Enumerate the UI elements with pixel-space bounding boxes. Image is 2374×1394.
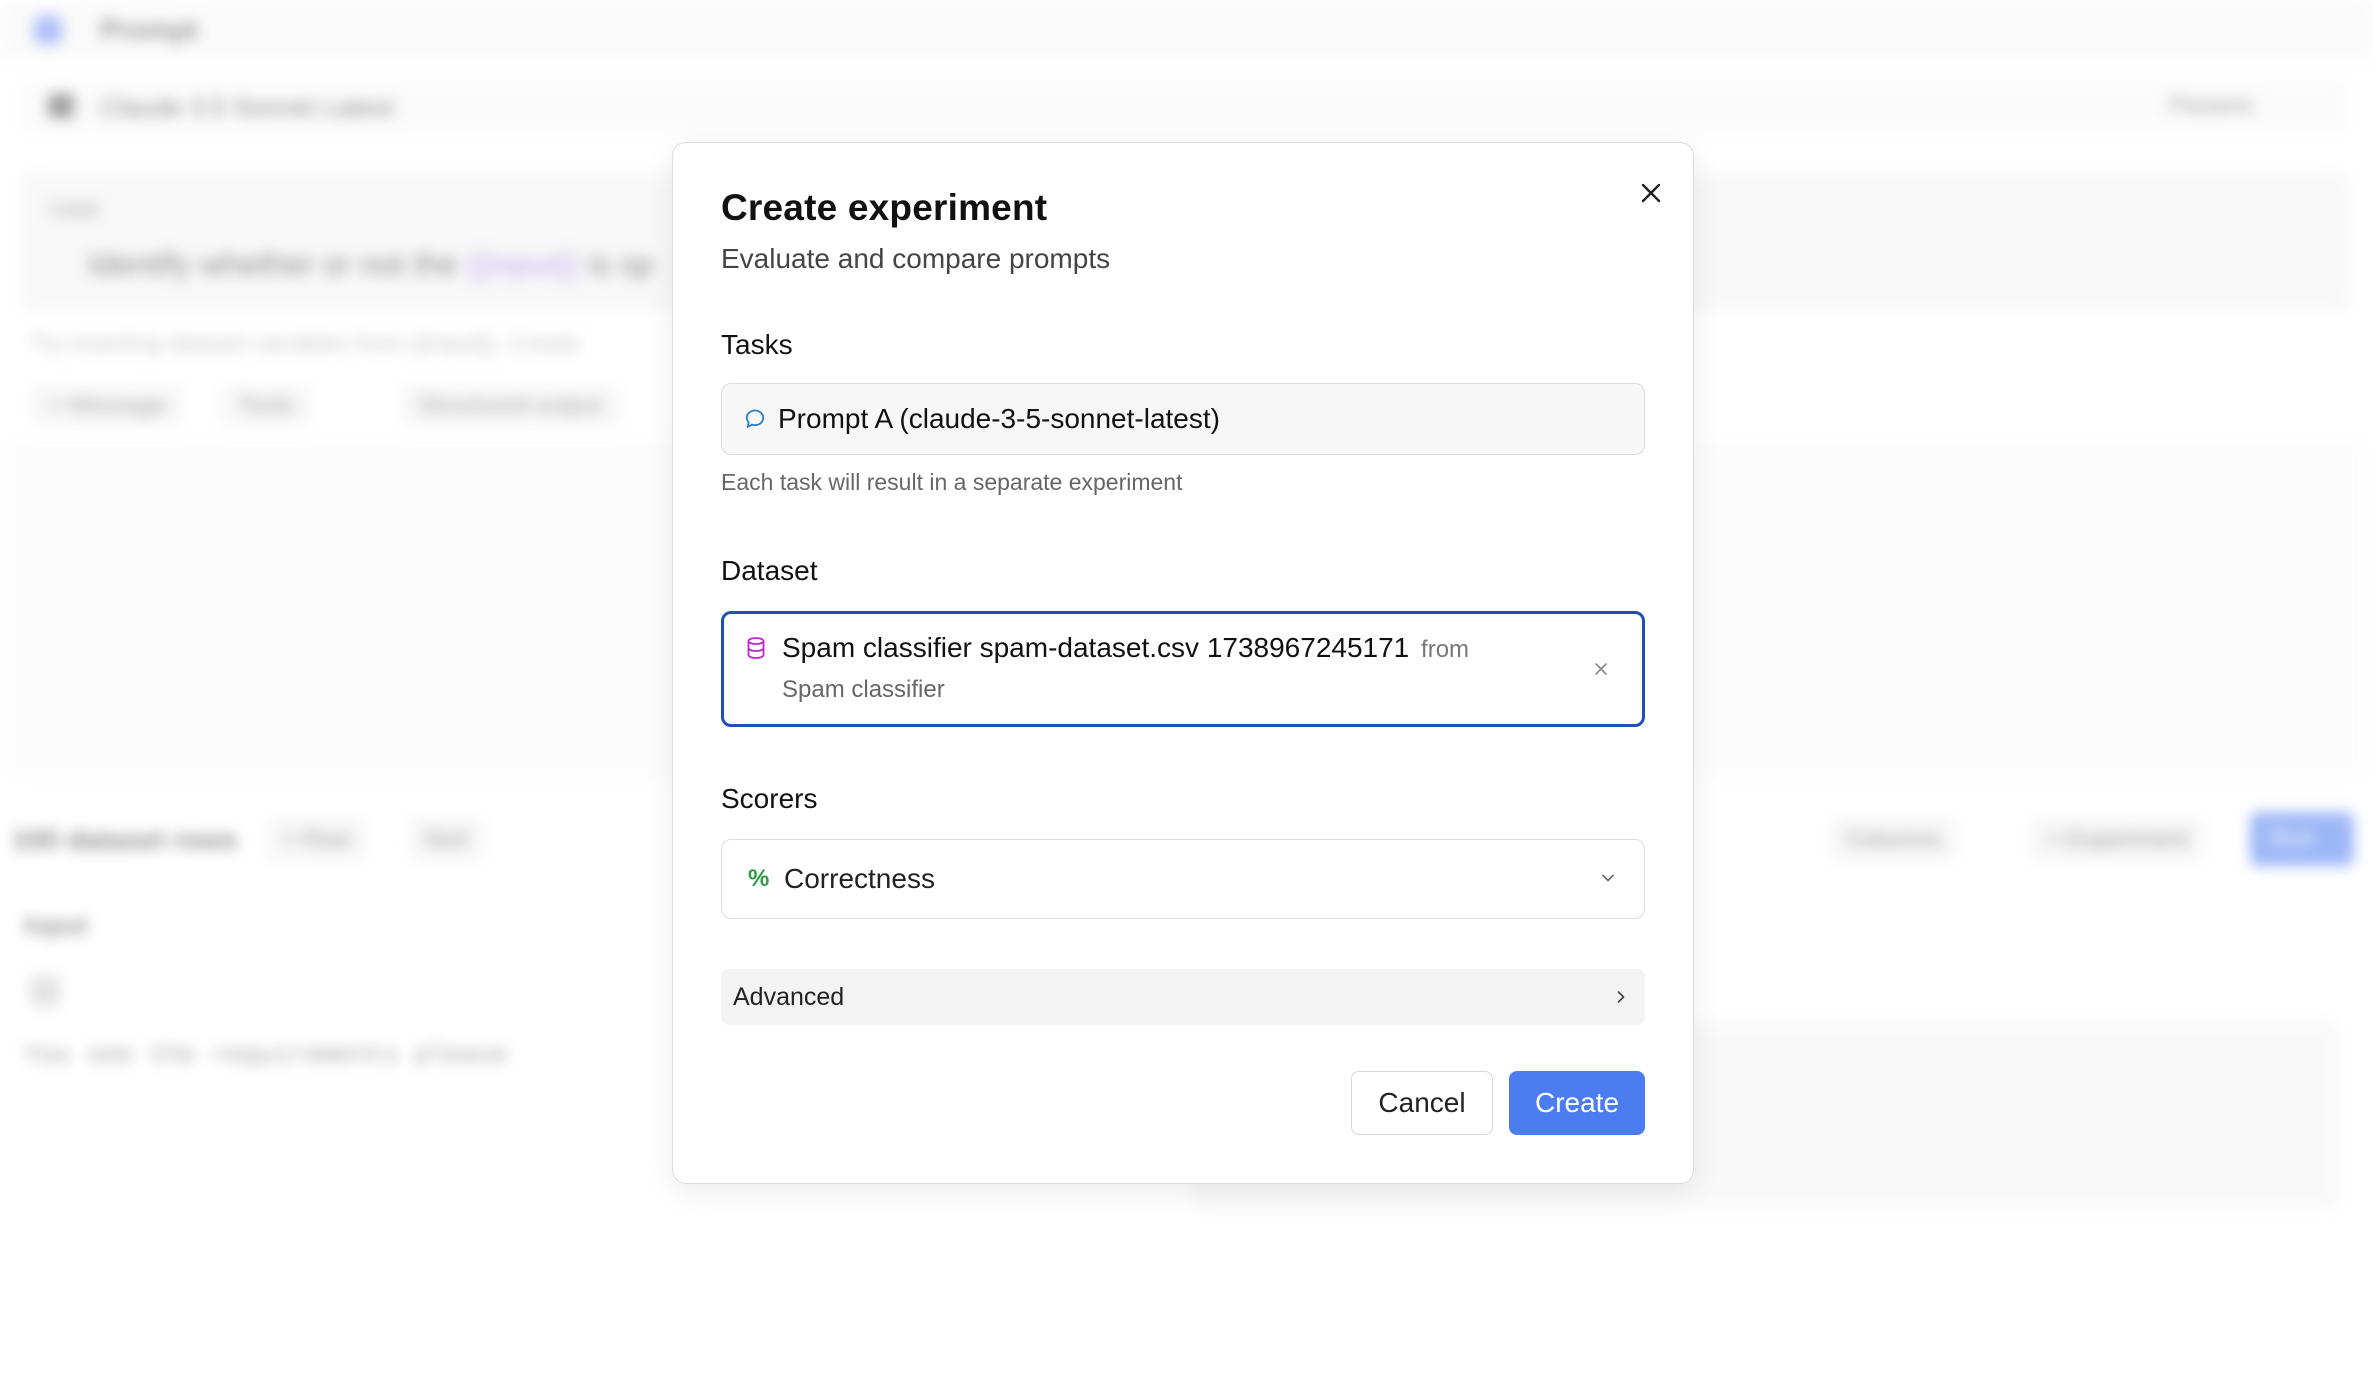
input-column-header: Input bbox=[24, 910, 88, 940]
dataset-rows-label: 100 dataset rows bbox=[12, 824, 238, 855]
create-button[interactable]: Create bbox=[1509, 1071, 1645, 1135]
clear-icon bbox=[1595, 663, 1607, 675]
message-variable: {{input}} bbox=[466, 246, 580, 282]
scorer-value: Correctness bbox=[784, 863, 935, 894]
tasks-field[interactable]: Prompt A (claude-3-5-sonnet-latest) bbox=[721, 383, 1645, 455]
dataset-from-label: from bbox=[1421, 636, 1470, 663]
chevron-right-icon bbox=[1617, 991, 1625, 1003]
add-row-button[interactable]: + Row bbox=[266, 816, 367, 862]
dataset-clear-button[interactable] bbox=[1586, 654, 1616, 684]
chat-bubble-icon bbox=[745, 409, 765, 428]
dataset-select[interactable]: Spam classifier spam-dataset.csv 1738967… bbox=[721, 611, 1645, 727]
scorers-label: Scorers bbox=[721, 783, 818, 814]
dialog-title: Create experiment bbox=[721, 187, 1048, 228]
tasks-label: Tasks bbox=[721, 329, 793, 360]
message-prefix: Identify whether or not the bbox=[88, 246, 467, 282]
dataset-name: Spam classifier spam-dataset.csv 1738967… bbox=[782, 632, 1469, 664]
params-button[interactable]: Params bbox=[2170, 92, 2253, 120]
close-icon bbox=[1641, 183, 1661, 203]
tasks-help-text: Each task will result in a separate expe… bbox=[721, 469, 1183, 495]
message-suffix: is sp bbox=[579, 246, 654, 282]
structured-output-button[interactable]: Structured output bbox=[400, 384, 621, 426]
experiment-button[interactable]: + Experiment bbox=[2030, 816, 2205, 862]
scorers-select[interactable]: % Correctness bbox=[721, 839, 1645, 919]
sort-button[interactable]: Sort bbox=[408, 816, 485, 862]
advanced-label: Advanced bbox=[733, 982, 845, 1011]
create-experiment-dialog: Create experiment Evaluate and compare p… bbox=[672, 142, 1694, 1184]
app-icon bbox=[34, 16, 62, 44]
percent-icon: % bbox=[748, 865, 770, 892]
dataset-name-text: Spam classifier spam-dataset.csv 1738967… bbox=[782, 632, 1410, 663]
close-button[interactable] bbox=[1629, 171, 1673, 215]
dataset-source: Spam classifier bbox=[782, 676, 945, 703]
message-role[interactable]: User bbox=[50, 196, 101, 224]
tasks-value: Prompt A (claude-3-5-sonnet-latest) bbox=[778, 403, 1220, 434]
top-bar bbox=[0, 0, 2374, 60]
chevron-down-icon bbox=[1602, 874, 1614, 882]
add-message-button[interactable]: + Message bbox=[30, 384, 185, 426]
columns-button[interactable]: Columns bbox=[1830, 816, 1957, 862]
message-text[interactable]: Identify whether or not the {{input}} is… bbox=[88, 246, 654, 283]
advanced-section-toggle[interactable]: Advanced bbox=[721, 969, 1645, 1025]
input-cell-text[interactable]: You see the requirements please bbox=[24, 1040, 508, 1070]
database-icon bbox=[747, 637, 765, 659]
app-title: Prompt bbox=[100, 14, 198, 45]
model-name[interactable]: Claude 3.5 Sonnet Latest bbox=[100, 92, 393, 123]
cancel-button[interactable]: Cancel bbox=[1351, 1071, 1493, 1135]
variable-hint: Try inserting dataset variables from {{i… bbox=[30, 330, 581, 357]
dialog-subtitle: Evaluate and compare prompts bbox=[721, 243, 1111, 274]
tools-button[interactable]: Tools bbox=[220, 384, 313, 426]
dataset-label: Dataset bbox=[721, 555, 818, 586]
cell-icon bbox=[30, 976, 60, 1006]
run-button[interactable]: Run bbox=[2250, 812, 2354, 866]
model-icon bbox=[48, 94, 74, 118]
